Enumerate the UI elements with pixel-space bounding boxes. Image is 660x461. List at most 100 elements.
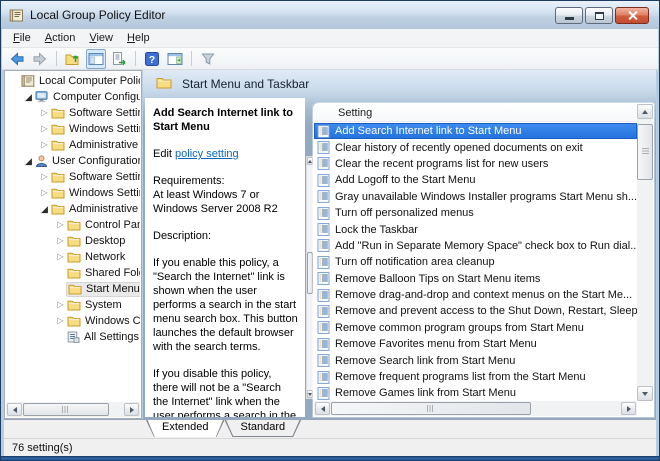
expander-collapsed-icon[interactable]: ▷	[55, 249, 66, 265]
menu-file[interactable]: File	[6, 30, 38, 46]
local-group-policy-editor-window: Local Group Policy Editor File Action View…	[0, 0, 660, 461]
show-action-pane-icon[interactable]	[165, 49, 185, 69]
tree-item-label: Local Computer Policy	[39, 75, 140, 87]
tree-item-windows-settings[interactable]: ▷ Windows Settings	[5, 185, 140, 201]
tree-item-software-settings[interactable]: ▷ Software Settings	[5, 105, 140, 121]
scroll-up-button[interactable]	[637, 104, 653, 119]
setting-label: Turn off notification area cleanup	[335, 256, 495, 269]
folder-icon	[67, 235, 81, 247]
tree-item-network[interactable]: ▷ Network	[5, 249, 140, 265]
expander-collapsed-icon[interactable]: ▷	[39, 185, 50, 201]
tree-horizontal-scrollbar[interactable]	[6, 402, 140, 417]
settings-list-panel: Setting Add Search Internet link to Star…	[313, 103, 654, 417]
setting-row[interactable]: Remove frequent programs list from the S…	[314, 369, 637, 385]
policy-setting-icon	[317, 288, 330, 302]
policy-setting-icon	[317, 370, 330, 384]
scroll-down-button[interactable]	[637, 386, 653, 401]
tree-item-windows-settings[interactable]: ▷ Windows Settings	[5, 121, 140, 137]
expander-collapsed-icon[interactable]: ▷	[39, 169, 50, 185]
scroll-left-button[interactable]	[315, 402, 330, 415]
setting-row[interactable]: Remove Search link from Start Menu	[314, 352, 637, 368]
policy-description-pane: Add Search Internet link to Start Menu E…	[145, 98, 305, 417]
expander-collapsed-icon[interactable]: ▷	[55, 313, 66, 329]
close-button[interactable]	[615, 7, 649, 24]
tree-item-local-computer-policy[interactable]: Local Computer Policy	[5, 73, 140, 89]
tree-item-shared-folders[interactable]: Shared Folders	[5, 265, 140, 281]
expander-expanded-icon[interactable]: ◢	[39, 201, 50, 217]
back-icon[interactable]	[7, 49, 27, 69]
scroll-right-button[interactable]	[124, 403, 139, 416]
folder-icon	[51, 107, 65, 119]
menu-help[interactable]: Help	[120, 30, 157, 46]
setting-column-header[interactable]: Setting	[314, 104, 637, 122]
scrollbar-thumb[interactable]	[331, 402, 532, 415]
folder-icon	[51, 123, 65, 135]
setting-row[interactable]: Turn off personalized menus	[314, 205, 637, 221]
tree-item-start-menu-and-taskbar[interactable]: Start Menu and Taskbar	[5, 281, 140, 297]
help-icon[interactable]: ?	[142, 49, 162, 69]
policy-setting-icon	[317, 387, 330, 400]
tree-item-administrative-templates[interactable]: ▷ Administrative Templates	[5, 137, 140, 153]
console-tree: Local Computer Policy ◢ Computer Configura…	[5, 73, 140, 402]
tree-item-label: Windows Settings	[69, 187, 140, 199]
export-list-icon[interactable]	[109, 49, 129, 69]
show-console-tree-icon[interactable]	[86, 48, 106, 69]
setting-row[interactable]: Add Logoff to the Start Menu	[314, 172, 637, 188]
list-vertical-scrollbar[interactable]	[637, 104, 653, 401]
expander-expanded-icon[interactable]: ◢	[23, 89, 34, 105]
setting-row[interactable]: Remove and prevent access to the Shut Do…	[314, 303, 637, 319]
policy-setting-icon	[317, 272, 330, 286]
scrollbar-thumb[interactable]	[637, 124, 653, 180]
expander-collapsed-icon[interactable]: ▷	[55, 297, 66, 313]
expander-collapsed-icon[interactable]: ▷	[39, 121, 50, 137]
policy-setting-icon	[317, 124, 330, 138]
tree-item-system[interactable]: ▷ System	[5, 297, 140, 313]
expander-expanded-icon[interactable]: ◢	[23, 153, 34, 169]
forward-icon[interactable]	[30, 49, 50, 69]
setting-row[interactable]: Remove Games link from Start Menu	[314, 385, 637, 401]
setting-row[interactable]: Remove common program groups from Start …	[314, 320, 637, 336]
title-bar[interactable]: Local Group Policy Editor	[1, 1, 659, 29]
setting-row[interactable]: Add Search Internet link to Start Menu	[314, 123, 637, 140]
menu-view[interactable]: View	[82, 30, 120, 46]
setting-row[interactable]: Remove Balloon Tips on Start Menu items	[314, 271, 637, 287]
setting-row[interactable]: Remove drag-and-drop and context menus o…	[314, 287, 637, 303]
scroll-left-button[interactable]	[7, 403, 22, 416]
tab-extended[interactable]: Extended	[146, 420, 224, 437]
setting-row[interactable]: Gray unavailable Windows Installer progr…	[314, 189, 637, 205]
tree-item-label: Control Panel	[85, 219, 140, 231]
setting-row[interactable]: Lock the Taskbar	[314, 221, 637, 237]
tree-item-computer-configuration[interactable]: ◢ Computer Configuration	[5, 89, 140, 105]
menu-action[interactable]: Action	[38, 30, 83, 46]
console-tree-pane: Local Computer Policy ◢ Computer Configura…	[4, 70, 142, 419]
maximize-button[interactable]	[585, 7, 613, 24]
setting-row[interactable]: Clear history of recently opened documen…	[314, 139, 637, 155]
scrollbar-thumb[interactable]	[23, 403, 109, 416]
policy-setting-icon	[317, 190, 330, 204]
setting-row[interactable]: Clear the recent programs list for new u…	[314, 156, 637, 172]
policy-setting-link[interactable]: policy setting	[175, 148, 239, 160]
setting-row[interactable]: Remove Favorites menu from Start Menu	[314, 336, 637, 352]
tree-item-software-settings[interactable]: ▷ Software Settings	[5, 169, 140, 185]
setting-row[interactable]: Add "Run in Separate Memory Space" check…	[314, 238, 637, 254]
up-one-level-icon[interactable]	[63, 49, 83, 69]
scroll-right-button[interactable]	[621, 402, 636, 415]
tab-standard[interactable]: Standard	[224, 420, 301, 437]
tree-item-user-configuration[interactable]: ◢ User Configuration	[5, 153, 140, 169]
minimize-button[interactable]	[555, 7, 583, 24]
tree-item-all-settings[interactable]: All Settings	[5, 329, 140, 345]
setting-row[interactable]: Turn off notification area cleanup	[314, 254, 637, 270]
tree-item-label: Desktop	[85, 235, 126, 247]
tree-item-desktop[interactable]: ▷ Desktop	[5, 233, 140, 249]
list-horizontal-scrollbar[interactable]	[314, 401, 637, 416]
setting-label: Gray unavailable Windows Installer progr…	[335, 190, 637, 203]
tree-item-administrative-templates[interactable]: ◢ Administrative Templates	[5, 201, 140, 217]
scroll-icon	[21, 75, 35, 87]
tree-item-control-panel[interactable]: ▷ Control Panel	[5, 217, 140, 233]
filter-icon[interactable]	[198, 49, 218, 69]
expander-collapsed-icon[interactable]: ▷	[55, 233, 66, 249]
expander-collapsed-icon[interactable]: ▷	[39, 137, 50, 153]
tree-item-windows-components[interactable]: ▷ Windows Components	[5, 313, 140, 329]
expander-collapsed-icon[interactable]: ▷	[39, 105, 50, 121]
expander-collapsed-icon[interactable]: ▷	[55, 217, 66, 233]
